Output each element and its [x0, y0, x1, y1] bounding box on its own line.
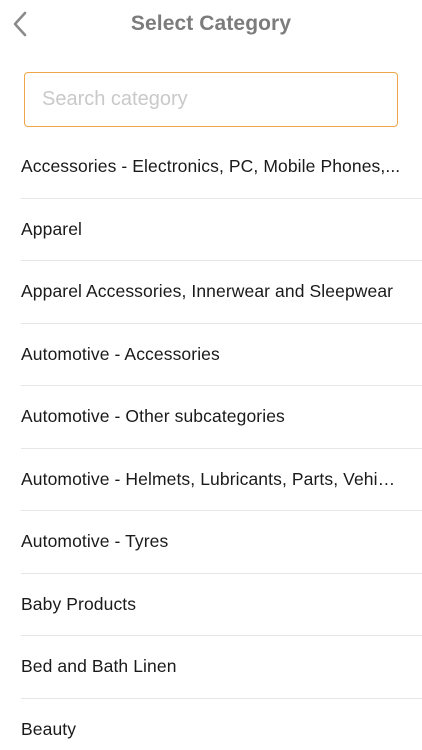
category-label: Automotive - Accessories [21, 343, 220, 364]
category-label: Automotive - Helmets, Lubricants, Parts,… [21, 468, 403, 489]
search-input[interactable] [25, 73, 397, 126]
list-item[interactable]: Automotive - Accessories [21, 324, 422, 386]
list-item[interactable]: Automotive - Other subcategories [21, 386, 422, 449]
list-item[interactable]: Apparel [21, 199, 422, 261]
list-item[interactable]: Bed and Bath Linen [21, 636, 422, 699]
header: Select Category [0, 0, 422, 52]
category-label: Bed and Bath Linen [21, 656, 177, 677]
category-label: Beauty [21, 719, 77, 740]
list-item[interactable]: Automotive - Tyres [21, 511, 422, 574]
list-item[interactable]: Automotive - Helmets, Lubricants, Parts,… [21, 449, 422, 511]
list-item[interactable]: Accessories - Electronics, PC, Mobile Ph… [21, 136, 422, 199]
select-category-screen: Select Category Accessories - Electronic… [0, 0, 422, 750]
category-list: Accessories - Electronics, PC, Mobile Ph… [21, 136, 422, 750]
category-label: Automotive - Other subcategories [21, 406, 285, 427]
list-item[interactable]: Apparel Accessories, Innerwear and Sleep… [21, 261, 422, 324]
search-box [24, 72, 398, 127]
category-label: Baby Products [21, 593, 137, 614]
list-item[interactable]: Baby Products [21, 574, 422, 636]
category-label: Apparel [21, 218, 83, 239]
category-label: Automotive - Tyres [21, 531, 169, 552]
list-item[interactable]: Beauty [21, 699, 422, 750]
page-title: Select Category [130, 12, 292, 35]
category-label: Apparel Accessories, Innerwear and Sleep… [21, 281, 394, 302]
category-label: Accessories - Electronics, PC, Mobile Ph… [21, 156, 401, 177]
